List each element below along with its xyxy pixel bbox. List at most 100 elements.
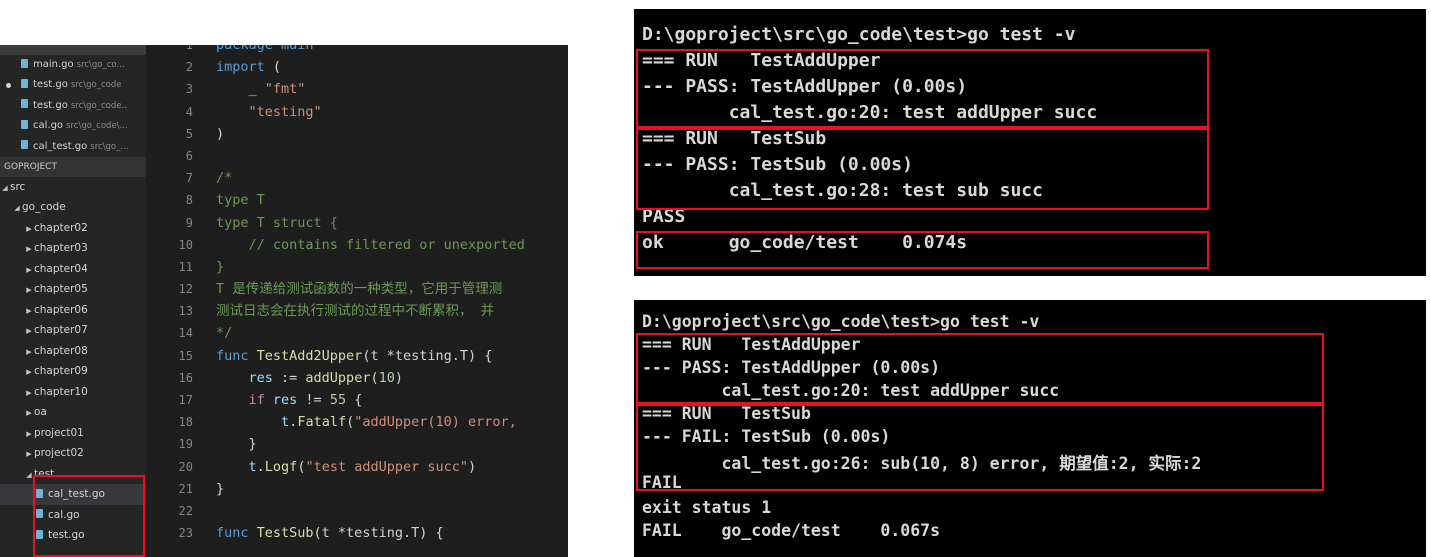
code-line: 20 t.Logf("test addUpper succ")	[146, 456, 568, 478]
code-line: 7/*	[146, 167, 568, 189]
code-line: 17 if res != 55 {	[146, 389, 568, 411]
tree-folder[interactable]: ▶ chapter10	[0, 382, 146, 403]
line-number: 6	[185, 148, 193, 163]
tree-folder-src[interactable]: ◢ src	[0, 177, 146, 198]
line-number: 18	[178, 415, 193, 430]
line-number: 22	[178, 503, 193, 518]
tree-folder[interactable]: ▶ chapter06	[0, 300, 146, 321]
go-file-icon	[21, 78, 28, 88]
terminal-output-pass[interactable]: D:\goproject\src\go_code\test>go test -v…	[634, 9, 1426, 276]
code-line: 21}	[146, 478, 568, 500]
chevron-right-icon: ▶	[26, 388, 32, 397]
line-number: 1	[185, 45, 193, 52]
highlight-box-testaddupper	[636, 49, 1209, 128]
chevron-down-icon: ◢	[14, 204, 20, 213]
code-line: 16 res := addUpper(10)	[146, 367, 568, 389]
code-line: 15 func TestAdd2Upper(t *testing.T) {	[146, 345, 568, 367]
terminal-line: exit status 1	[642, 498, 772, 517]
chevron-right-icon: ▶	[26, 327, 32, 336]
folder-list: ▶ chapter02 ▶ chapter03 ▶ chapter04 ▶ chapte…	[0, 218, 146, 464]
code-line: 12 T 是传递给测试函数的一种类型，它用于管理测	[146, 278, 568, 300]
line-number: 8	[185, 193, 193, 208]
chevron-right-icon: ▶	[26, 286, 32, 295]
line-number: 21	[178, 481, 193, 496]
highlight-box-testaddupper	[636, 333, 1324, 404]
tree-folder[interactable]: ▶ chapter08	[0, 341, 146, 362]
code-line: 2 import (	[146, 56, 568, 78]
code-editor[interactable]: 1 package main 2 import ( 3 _ "fmt" 4 "tes…	[146, 45, 568, 557]
line-number: 10	[178, 237, 193, 252]
line-number: 16	[178, 370, 193, 385]
line-number: 9	[185, 215, 193, 230]
open-editor-item[interactable]: cal.go src\go_code\...	[0, 116, 146, 136]
test-folder-highlight-box	[33, 475, 145, 557]
terminal-line: D:\goproject\src\go_code\test>go test -v	[642, 312, 1040, 331]
go-file-icon	[21, 119, 28, 129]
line-number: 20	[178, 459, 193, 474]
line-number: 4	[185, 104, 193, 119]
tree-folder[interactable]: ▶ oa	[0, 402, 146, 423]
code-line: 18 t.Fatalf("addUpper(10) error,	[146, 411, 568, 433]
line-number: 14	[178, 326, 193, 341]
open-editor-item[interactable]: main.go src\go_co...	[0, 55, 146, 75]
code-line: 5)	[146, 123, 568, 145]
line-number: 2	[185, 60, 193, 75]
workspace-section-header[interactable]: GOPROJECT	[0, 156, 146, 177]
code-line: 13 测试日志会在执行测试的过程中不断累积， 并	[146, 300, 568, 322]
tree-folder[interactable]: ▶ chapter04	[0, 259, 146, 280]
line-number: 13	[178, 304, 193, 319]
open-editor-item[interactable]: test.go src\go_code	[0, 75, 146, 95]
chevron-down-icon: ◢	[2, 183, 8, 192]
tree-folder-go-code[interactable]: ◢ go_code	[0, 197, 146, 218]
chevron-right-icon: ▶	[26, 245, 32, 254]
tree-folder[interactable]: ▶ chapter07	[0, 320, 146, 341]
highlight-box-testsub	[636, 128, 1209, 210]
code-line: 19 }	[146, 433, 568, 455]
open-editor-item[interactable]: test.go src\go_code..	[0, 96, 146, 116]
line-number: 19	[178, 437, 193, 452]
code-line: 11}	[146, 256, 568, 278]
line-number: 7	[185, 171, 193, 186]
code-line: 23 func TestSub(t *testing.T) {	[146, 522, 568, 544]
terminal-output-fail[interactable]: D:\goproject\src\go_code\test>go test -v…	[634, 300, 1426, 557]
chevron-right-icon: ▶	[26, 347, 32, 356]
highlight-box-testsub-fail	[636, 404, 1324, 491]
code-line: 9 type T struct {	[146, 212, 568, 234]
chevron-right-icon: ▶	[26, 265, 32, 274]
terminal-line: FAIL go_code/test 0.067s	[642, 521, 941, 540]
chevron-right-icon: ▶	[26, 306, 32, 315]
tree-folder[interactable]: ▶ project02	[0, 443, 146, 464]
line-number: 17	[178, 393, 193, 407]
open-editors-header	[0, 45, 146, 55]
code-line: 3 _ "fmt"	[146, 78, 568, 100]
line-number: 15	[178, 348, 193, 363]
tree-folder[interactable]: ▶ chapter02	[0, 218, 146, 239]
code-line: 6	[146, 145, 568, 167]
code-line: 4 "testing"	[146, 101, 568, 123]
code-line: 1 package main	[146, 45, 568, 56]
chevron-right-icon: ▶	[26, 429, 32, 438]
chevron-right-icon: ▶	[26, 224, 32, 233]
line-number: 5	[185, 126, 193, 141]
code-line: 14 */	[146, 322, 568, 344]
tree-folder[interactable]: ▶ chapter03	[0, 238, 146, 259]
go-file-icon	[21, 99, 28, 109]
code-line: 8 type T	[146, 189, 568, 211]
explorer-sidebar: main.go src\go_co... test.go src\go_code t…	[0, 45, 146, 557]
chevron-right-icon: ▶	[26, 409, 32, 418]
line-number: 12	[178, 282, 193, 297]
code-line: 22	[146, 500, 568, 522]
terminal-line: D:\goproject\src\go_code\test>go test -v	[642, 24, 1076, 45]
tree-folder[interactable]: ▶ chapter05	[0, 279, 146, 300]
go-file-icon	[21, 58, 28, 68]
chevron-right-icon: ▶	[26, 450, 32, 459]
line-number: 23	[178, 526, 193, 541]
go-file-icon	[21, 140, 28, 150]
code-line: 10 // contains filtered or unexported	[146, 234, 568, 256]
open-editor-item[interactable]: cal_test.go src\go_...	[0, 137, 146, 157]
tree-folder[interactable]: ▶ project01	[0, 423, 146, 444]
chevron-right-icon: ▶	[26, 368, 32, 377]
line-number: 11	[178, 259, 193, 274]
highlight-box-result	[636, 231, 1209, 269]
tree-folder[interactable]: ▶ chapter09	[0, 361, 146, 382]
